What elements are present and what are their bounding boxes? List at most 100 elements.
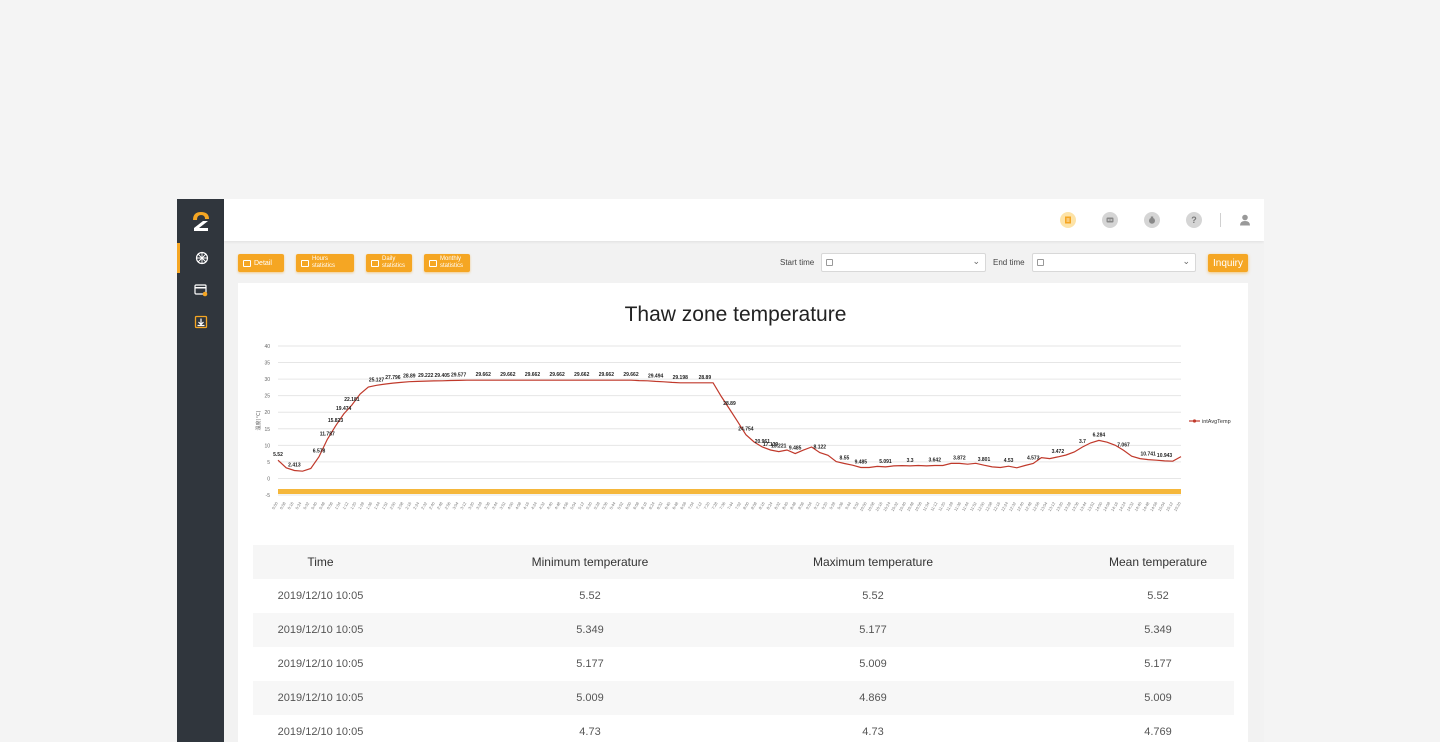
x-tick-label: 7:04 — [687, 500, 696, 510]
x-tick-label: 4:08 — [514, 500, 523, 510]
x-tick-label: 0:40 — [310, 500, 319, 510]
x-tick-label: 3:12 — [459, 500, 468, 510]
daily-statistics-button[interactable]: Daily statistics — [366, 254, 412, 272]
x-tick-label: 4:48 — [553, 500, 562, 510]
data-label: 10.943 — [1157, 453, 1173, 459]
message-icon[interactable] — [1102, 212, 1118, 228]
header-mean-temp: Mean temperature — [1108, 555, 1208, 569]
x-tick-label: 6:32 — [655, 500, 664, 510]
x-tick-label: 8:40 — [781, 500, 790, 510]
sidebar-item-dashboard[interactable] — [177, 243, 224, 273]
data-label: 8.55 — [840, 456, 850, 462]
x-tick-label: 0:00 — [271, 500, 280, 510]
data-label: 6.284 — [1093, 432, 1106, 438]
money-icon[interactable] — [1144, 212, 1160, 228]
data-label: 8.122 — [814, 445, 827, 451]
x-tick-label: 6:24 — [648, 500, 657, 510]
header-divider — [1220, 213, 1221, 227]
header-min-temp: Minimum temperature — [531, 555, 649, 569]
x-tick-label: 1:44 — [373, 500, 382, 510]
sidebar-item-device[interactable] — [177, 275, 224, 305]
table-row: 2019/12/10 10:05 5.009 4.869 5.009 — [253, 681, 1234, 715]
x-tick-label: 2:32 — [420, 500, 429, 510]
x-tick-label: 4:24 — [530, 500, 539, 510]
report-icon[interactable] — [1060, 212, 1076, 228]
data-label: 28.89 — [699, 375, 712, 381]
cell-mean: 5.349 — [1144, 624, 1172, 636]
x-tick-label: 7:52 — [734, 500, 743, 510]
hours-statistics-button[interactable]: Hours statistics — [296, 254, 354, 272]
calendar-icon — [301, 259, 309, 267]
x-tick-label: 7:20 — [703, 500, 712, 510]
x-tick-label: 1:52 — [381, 500, 390, 510]
device-icon — [193, 284, 207, 297]
inquiry-button[interactable]: Inquiry — [1208, 254, 1248, 272]
cell-min: 5.349 — [576, 624, 604, 636]
sidebar-item-download[interactable] — [177, 307, 224, 337]
x-tick-label: 3:52 — [498, 500, 507, 510]
dashboard-icon — [195, 251, 209, 265]
x-tick-label: 1:04 — [333, 500, 342, 510]
x-tick-label: 4:16 — [522, 500, 531, 510]
chart-title: Thaw zone temperature — [624, 303, 847, 326]
data-label: 29.405 — [435, 373, 451, 379]
top-header: ? — [224, 199, 1264, 241]
cell-time: 2019/12/10 10:05 — [277, 726, 364, 738]
x-tick-label: 6:08 — [632, 500, 641, 510]
data-label: 9.485 — [789, 446, 802, 452]
x-tick-label: 3:20 — [467, 500, 476, 510]
data-label: 9.485 — [855, 460, 868, 466]
start-time-picker[interactable]: ⌄ — [821, 253, 986, 272]
cell-min: 4.73 — [579, 726, 601, 738]
cell-max: 4.869 — [859, 692, 887, 704]
x-tick-label: 6:16 — [640, 500, 649, 510]
data-label: 28.89 — [723, 401, 736, 407]
x-tick-label: 8:24 — [765, 500, 774, 510]
table-row: 2019/12/10 10:05 5.52 5.52 5.52 — [253, 579, 1234, 613]
data-label: 29.662 — [574, 372, 590, 378]
data-label: 3.3 — [907, 458, 914, 464]
data-label: 10.741 — [1141, 452, 1157, 458]
x-tick-label: 9:20 — [820, 500, 829, 510]
detail-button[interactable]: Detail — [238, 254, 284, 272]
app-window: ? Detail Hours statistics Daily statisti… — [177, 199, 1264, 742]
data-label: 29.662 — [623, 372, 639, 378]
data-label: 24.754 — [738, 427, 754, 433]
header-time: Time — [307, 555, 334, 569]
data-label: 11.787 — [320, 431, 335, 437]
calendar-icon — [1037, 259, 1044, 266]
x-tick-label: 6:48 — [671, 500, 680, 510]
cell-min: 5.52 — [579, 590, 601, 602]
cell-mean: 5.52 — [1147, 590, 1169, 602]
table-row: 2019/12/10 10:05 5.349 5.177 5.349 — [253, 613, 1234, 647]
x-tick-label: 8:00 — [742, 500, 751, 510]
x-tick-label: 15:20 — [1173, 500, 1183, 512]
calendar-icon — [826, 259, 833, 266]
x-tick-label: 8:48 — [789, 500, 798, 510]
x-tick-label: 0:16 — [286, 500, 295, 510]
x-tick-label: 9:44 — [844, 500, 853, 510]
help-icon[interactable]: ? — [1186, 212, 1202, 228]
daily-statistics-label: Daily statistics — [382, 256, 406, 269]
end-time-picker[interactable]: ⌄ — [1032, 253, 1196, 272]
sidebar — [177, 199, 224, 742]
x-tick-label: 2:08 — [396, 500, 405, 510]
monthly-statistics-button[interactable]: Monthly statistics — [424, 254, 470, 272]
data-label: 6.578 — [313, 449, 326, 455]
data-label: 28.89 — [403, 374, 416, 380]
cell-mean: 4.769 — [1144, 726, 1172, 738]
y-tick-label: 15 — [264, 427, 270, 433]
user-icon[interactable] — [1239, 214, 1251, 226]
data-label: 4.573 — [1027, 456, 1040, 462]
x-tick-label: 7:12 — [695, 500, 704, 510]
x-tick-label: 8:16 — [757, 500, 766, 510]
data-label: 29.577 — [451, 372, 467, 378]
x-tick-label: 5:36 — [600, 500, 609, 510]
data-label: 5.52 — [1209, 335, 1219, 337]
end-time-label: End time — [993, 258, 1025, 267]
x-tick-label: 2:00 — [388, 500, 397, 510]
data-label: 6.721 — [1183, 335, 1196, 337]
data-label: 29.494 — [648, 373, 664, 379]
data-label: 19.474 — [336, 406, 352, 412]
x-tick-label: 9:12 — [812, 500, 821, 510]
